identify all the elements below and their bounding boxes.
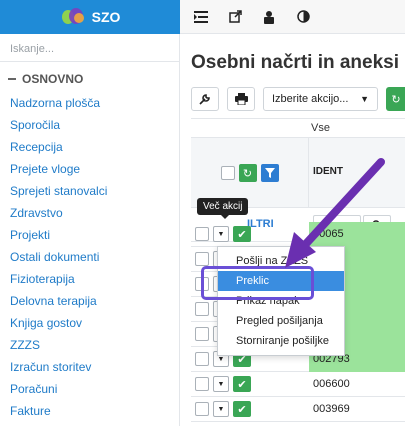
action-select-value: Izberite akcijo... [272, 93, 349, 105]
row-actions-dropdown[interactable]: ▼ [213, 401, 229, 417]
select-all-checkbox[interactable] [220, 166, 235, 180]
sidebar-item-ostali-dokumenti[interactable]: Ostali dokumenti [10, 246, 107, 268]
row-checkbox[interactable] [195, 377, 209, 391]
row-ident-cell: 006600 [313, 378, 350, 390]
filter-icon [264, 168, 275, 178]
column-header-ident[interactable]: IDENT [313, 166, 343, 177]
sidebar-item-prejete-vloge[interactable]: Prejete vloge [10, 158, 107, 180]
sidebar-item-zdravstvo[interactable]: Zdravstvo [10, 202, 107, 224]
app-root: SZO OSNOVNO Nadzorna plošča Sporočila Re… [0, 0, 405, 426]
settings-button[interactable] [191, 87, 219, 111]
row-checkbox[interactable] [195, 252, 209, 266]
sidebar-item-sprejeti-stanovalci[interactable]: Sprejeti stanovalci [10, 180, 107, 202]
row-actions-menu: Pošlji na ZZZS Preklic Prikaz napak Preg… [217, 246, 345, 356]
table-row[interactable]: ▼ ✔ 003969 [191, 397, 405, 422]
tooltip-text: Več akcij [203, 201, 243, 212]
refresh-icon: ↻ [242, 167, 253, 180]
sidebar-item-fakture[interactable]: Fakture [10, 400, 107, 422]
action-bar: Izberite akcijo... ▼ ↻ [191, 86, 405, 112]
row-checkbox[interactable] [195, 352, 209, 366]
row-actions-dropdown[interactable]: ▼ [213, 376, 229, 392]
logo-bar[interactable]: SZO [0, 0, 180, 34]
row-ident-cell: 00065 [309, 222, 405, 247]
row-checkbox[interactable] [195, 327, 209, 341]
refresh-button[interactable]: ↻ [238, 164, 257, 182]
row-checkbox[interactable] [195, 402, 209, 416]
check-icon: ✔ [237, 403, 247, 416]
sidebar-item-projekti[interactable]: Projekti [10, 224, 107, 246]
tooltip-arrow [221, 215, 229, 219]
contrast-icon[interactable] [290, 4, 316, 30]
table-row[interactable]: ▼ ✔ 006600 [191, 372, 405, 397]
top-toolbar [180, 0, 405, 34]
row-actions-dropdown[interactable]: ▼ [213, 226, 229, 242]
table-group-header: Vse [191, 118, 405, 138]
row-confirm-button[interactable]: ✔ [233, 226, 251, 242]
row-confirm-button[interactable]: ✔ [233, 401, 251, 417]
print-icon [234, 93, 248, 105]
refresh-icon: ↻ [391, 93, 401, 106]
page-title: Osebni načrti in aneksi [191, 52, 400, 73]
menu-item-storniranje-posiljke[interactable]: Storniranje pošiljke [218, 331, 344, 351]
apply-action-button[interactable]: ↻ [386, 87, 405, 111]
collapse-icon [8, 78, 16, 80]
sidebar-item-sporocila[interactable]: Sporočila [10, 114, 107, 136]
sidebar-search-input[interactable] [0, 36, 179, 61]
logo-icon [60, 7, 88, 27]
caret-down-icon: ▼ [217, 405, 225, 413]
sidebar-item-poracuni[interactable]: Poračuni [10, 378, 107, 400]
table-row[interactable]: ▼ ✔ 00065 [191, 222, 405, 247]
user-lock-icon[interactable] [256, 4, 282, 30]
chevron-down-icon: ▼ [360, 94, 369, 104]
check-icon: ✔ [237, 378, 247, 391]
group-header-label: Vse [311, 122, 330, 134]
sidebar: SZO OSNOVNO Nadzorna plošča Sporočila Re… [0, 0, 180, 426]
tooltip: Več akcij [197, 198, 249, 219]
sidebar-item-zzzs[interactable]: ZZZS [10, 334, 107, 356]
filter-button[interactable] [260, 164, 279, 182]
check-icon: ✔ [237, 228, 247, 241]
sidebar-search [0, 36, 179, 62]
annotation-highlight-box [201, 266, 314, 300]
caret-down-icon: ▼ [217, 230, 225, 238]
sidebar-section-label: OSNOVNO [22, 72, 84, 86]
caret-down-icon: ▼ [217, 355, 225, 363]
sidebar-section-osnovno[interactable]: OSNOVNO [8, 72, 83, 86]
row-checkbox[interactable] [195, 227, 209, 241]
sidebar-item-izracun-storitev[interactable]: Izračun storitev [10, 356, 107, 378]
align-icon[interactable] [188, 4, 214, 30]
menu-item-pregled-posiljanja[interactable]: Pregled pošiljanja [218, 311, 344, 331]
sidebar-item-recepcija[interactable]: Recepcija [10, 136, 107, 158]
action-select[interactable]: Izberite akcijo... ▼ [263, 87, 378, 111]
sidebar-item-nadzorna-plosca[interactable]: Nadzorna plošča [10, 92, 107, 114]
row-ident-cell: 003969 [313, 403, 350, 415]
caret-down-icon: ▼ [217, 380, 225, 388]
print-button[interactable] [227, 87, 255, 111]
wrench-icon [199, 94, 210, 105]
logo-text: SZO [91, 9, 121, 25]
export-icon[interactable] [222, 4, 248, 30]
row-checkbox[interactable] [195, 302, 209, 316]
sidebar-item-delovna-terapija[interactable]: Delovna terapija [10, 290, 107, 312]
sidebar-nav: Nadzorna plošča Sporočila Recepcija Prej… [10, 92, 107, 422]
sidebar-item-fizioterapija[interactable]: Fizioterapija [10, 268, 107, 290]
sidebar-item-knjiga-gostov[interactable]: Knjiga gostov [10, 312, 107, 334]
row-confirm-button[interactable]: ✔ [233, 376, 251, 392]
